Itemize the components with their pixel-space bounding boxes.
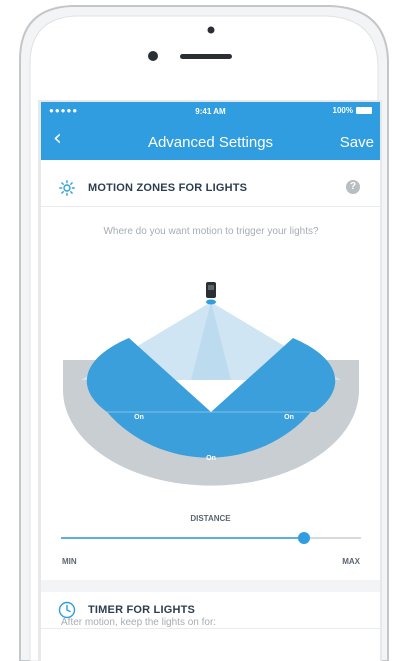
sun-icon [59,180,75,196]
status-time: 9:41 AM [195,107,226,116]
distance-max-label: MAX [342,557,360,566]
save-button[interactable]: Save [340,134,374,151]
distance-slider[interactable] [59,530,363,546]
earpiece-speaker [180,54,232,59]
sensor-dot [148,51,158,61]
page-title: Advanced Settings [147,134,274,151]
battery-percent: 100% [332,106,353,115]
slider-thumb[interactable] [298,532,310,544]
zone-right-label: On [284,414,294,421]
app-screen: ●●●●● 9:41 AM 100% ‹ Advanced Settings S… [41,102,380,661]
battery-indicator: 100% [333,106,372,115]
battery-icon [356,107,372,114]
nav-bar: ‹ Advanced Settings Save [41,120,380,160]
zone-center-label: On [206,455,216,462]
timer-title: TIMER FOR LIGHTS [88,604,196,616]
status-bar: ●●●●● 9:41 AM 100% [41,102,380,120]
motion-zone-selector: On On On [63,282,359,486]
camera-device-icon [206,282,216,305]
motion-prompt: Where do you want motion to trigger your… [103,226,319,237]
question-icon[interactable]: ? [346,180,360,194]
zone-left-label: On [134,414,144,421]
timer-description: After motion, keep the lights on for: [61,617,217,628]
front-camera [207,26,215,34]
motion-zones-title: MOTION ZONES FOR LIGHTS [88,182,248,194]
section-divider [41,580,380,592]
distance-min-label: MIN [62,557,77,566]
distance-label: DISTANCE [190,514,231,523]
motion-zones-header: MOTION ZONES FOR LIGHTS ? [41,170,380,207]
